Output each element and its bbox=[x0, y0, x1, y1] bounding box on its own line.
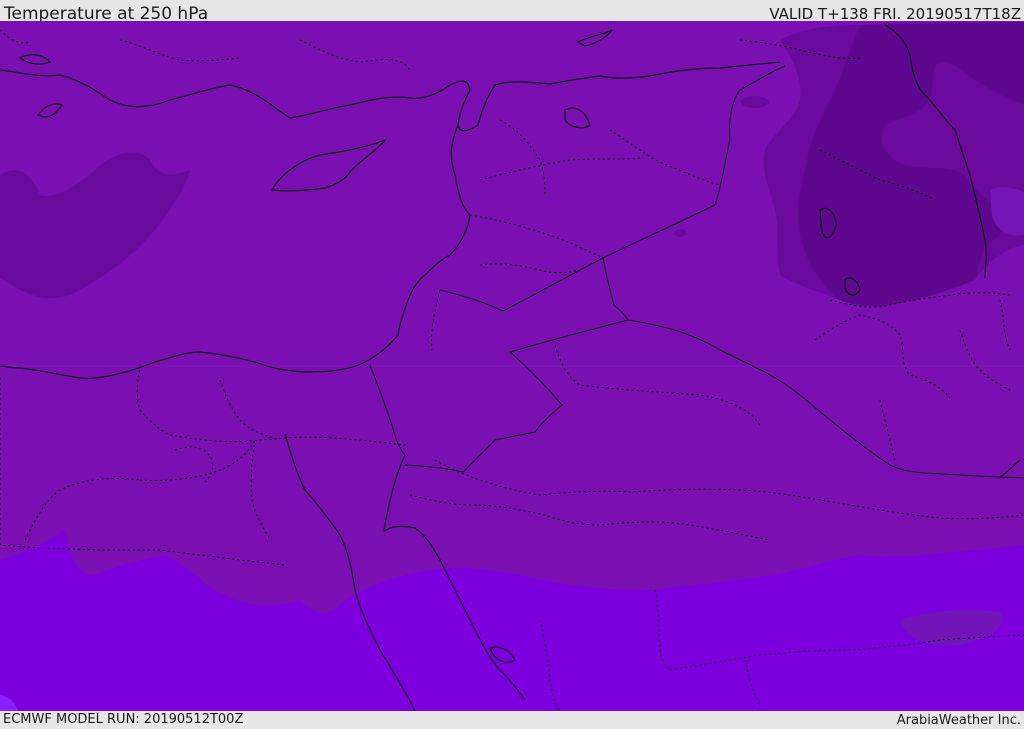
credit: ArabiaWeather Inc. bbox=[896, 713, 1021, 728]
cold-spot-tiny bbox=[674, 229, 686, 237]
model-run: ECMWF MODEL RUN: 20190512T00Z bbox=[3, 712, 244, 727]
cold-spot-small bbox=[741, 96, 769, 108]
header-bar: Temperature at 250 hPa VALID T+138 FRI. … bbox=[0, 0, 1024, 24]
footer-bar: ECMWF MODEL RUN: 20190512T00Z ArabiaWeat… bbox=[0, 711, 1024, 729]
temperature-map bbox=[0, 21, 1024, 711]
